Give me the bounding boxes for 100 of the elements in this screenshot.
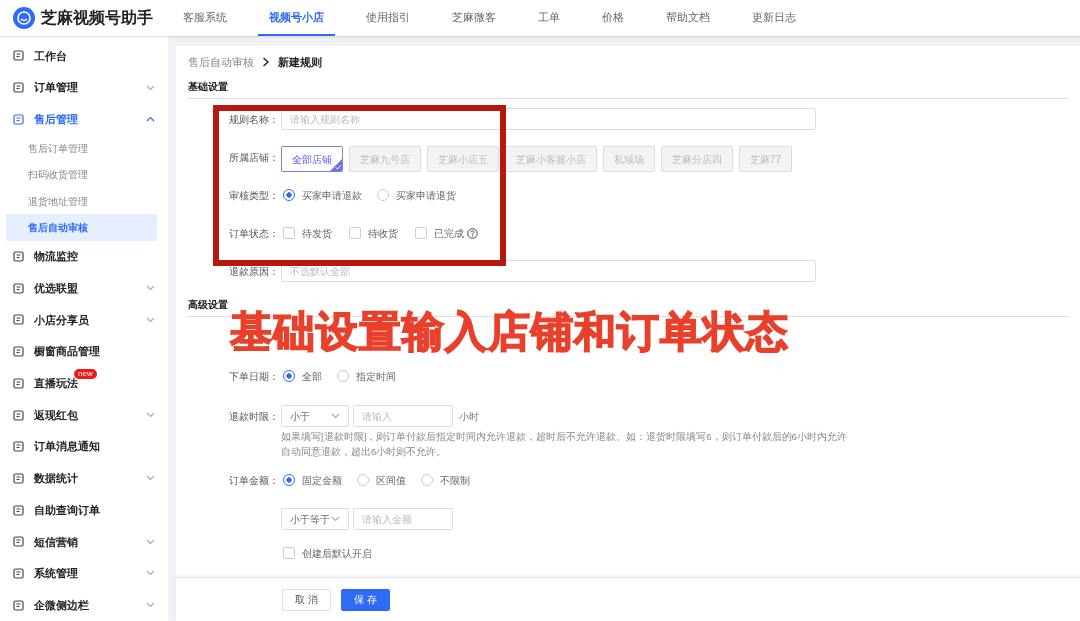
sidebar-item[interactable]: 工作台 — [6, 40, 157, 72]
option-label: 已完成 — [434, 226, 464, 241]
breadcrumb-current: 新建规则 — [278, 54, 322, 70]
radio-button[interactable] — [377, 189, 389, 201]
menu-icon — [13, 599, 24, 611]
option-label: 买家申请退款 — [302, 188, 362, 203]
menu-icon — [13, 409, 24, 421]
option-label: 全部 — [302, 369, 322, 384]
chevron-down-icon — [146, 316, 155, 323]
save-button[interactable]: 保 存 — [340, 588, 390, 611]
option-label: 指定时间 — [356, 369, 396, 384]
option-label: 买家申请退货 — [396, 188, 456, 203]
option-label: 不限制 — [440, 473, 470, 488]
sidebar-subitem[interactable]: 售后自动审核 — [6, 214, 157, 241]
sidebar-item[interactable]: 订单管理 — [6, 71, 157, 104]
sidebar-item[interactable]: 短信营销 — [6, 525, 157, 558]
logo-icon — [13, 7, 35, 29]
chevron-down-icon — [146, 84, 155, 91]
nav-tab[interactable]: 使用指引 — [355, 0, 421, 36]
field-label: 所属店铺： — [229, 150, 279, 165]
sidebar-item[interactable]: 数据统计 — [6, 462, 157, 495]
menu-icon — [13, 314, 24, 326]
annotation-text: 基础设置输入店铺和订单状态 — [230, 307, 789, 357]
sidebar-item[interactable]: 自助查询订单 — [6, 494, 157, 526]
radio-button[interactable] — [283, 189, 295, 201]
sidebar-item[interactable]: 订单消息通知 — [6, 430, 157, 463]
check-corner-icon — [330, 159, 342, 171]
radio-button[interactable] — [357, 474, 369, 486]
menu-icon — [13, 567, 24, 579]
shop-option[interactable]: 全部店铺 — [281, 146, 343, 172]
menu-icon — [13, 504, 24, 516]
sidebar-item[interactable]: 直播玩法 new — [6, 367, 157, 400]
field-label: 下单日期： — [229, 369, 279, 384]
option-label: 创建后默认开启 — [302, 546, 372, 561]
chevron-down-icon — [146, 475, 155, 482]
chevron-down-icon — [146, 285, 155, 292]
nav-tab[interactable]: 芝麻微客 — [441, 0, 507, 36]
nav-tab[interactable]: 视频号小店 — [258, 0, 335, 36]
menu-icon — [13, 441, 24, 453]
text-input[interactable]: 请输入规则名称 — [281, 108, 816, 130]
checkbox[interactable] — [415, 227, 427, 239]
cancel-button[interactable]: 取 消 — [282, 588, 331, 611]
sidebar-item[interactable]: 小店分享员 — [6, 304, 157, 336]
field-label: 退款时限： — [229, 409, 279, 424]
chevron-down-icon — [331, 516, 340, 522]
chevron-down-icon — [146, 602, 155, 609]
new-badge: new — [74, 368, 97, 379]
sidebar-item[interactable]: 售后管理 — [6, 103, 157, 136]
menu-icon — [13, 472, 24, 484]
chevron-down-icon — [331, 413, 340, 419]
select-field[interactable]: 小于等于 — [281, 508, 349, 530]
radio-button[interactable] — [337, 370, 349, 382]
option-label: 固定金额 — [302, 473, 342, 488]
field-label: 订单金额： — [229, 473, 279, 488]
number-input[interactable]: 请输入 — [353, 405, 453, 427]
sidebar-item[interactable]: 返现红包 — [6, 399, 157, 431]
menu-icon — [13, 113, 24, 125]
sidebar-item[interactable]: 系统管理 — [6, 557, 157, 590]
radio-button[interactable] — [283, 370, 295, 382]
checkbox[interactable] — [349, 227, 361, 239]
option-label: 区间值 — [376, 473, 406, 488]
nav-tab[interactable]: 更新日志 — [741, 0, 807, 36]
section-title: 基础设置 — [188, 79, 229, 94]
chevron-down-icon — [146, 570, 155, 577]
sidebar-subitem[interactable]: 售后订单管理 — [6, 135, 157, 162]
breadcrumb-link[interactable]: 售后自动审核 — [188, 53, 254, 71]
checkbox[interactable] — [283, 227, 295, 239]
app-title: 芝麻视频号助手 — [41, 8, 153, 28]
nav-tab[interactable]: 帮助文档 — [655, 0, 721, 36]
sidebar-subitem[interactable]: 退货地址管理 — [6, 187, 157, 215]
field-label: 订单状态： — [229, 226, 279, 241]
unit-label: 小时 — [459, 409, 479, 424]
chevron-down-icon — [146, 538, 155, 545]
option-label: 待收货 — [368, 226, 398, 241]
menu-icon — [13, 282, 24, 294]
nav-tab[interactable]: 价格 — [591, 0, 635, 36]
radio-button[interactable] — [421, 474, 433, 486]
chevron-down-icon — [146, 412, 155, 419]
nav-tab[interactable]: 工单 — [527, 0, 571, 36]
field-label: 审核类型： — [229, 188, 279, 203]
menu-icon — [13, 251, 24, 263]
sidebar-item[interactable]: 企微侧边栏 — [6, 589, 157, 621]
menu-icon — [13, 536, 24, 548]
radio-button[interactable] — [283, 474, 295, 486]
field-label: 退款原因： — [229, 264, 279, 279]
sidebar-item[interactable]: 优选联盟 — [6, 272, 157, 305]
chevron-right-icon — [262, 57, 270, 67]
sidebar-item[interactable]: 物流监控 — [6, 240, 157, 273]
select-field[interactable]: 小于 — [281, 405, 349, 427]
checkbox[interactable] — [283, 547, 295, 559]
menu-icon — [13, 50, 24, 62]
field-label: 规则名称： — [229, 112, 279, 127]
text-input[interactable]: 不选默认全部 — [281, 260, 816, 282]
menu-icon — [13, 346, 24, 358]
hint-text: 如果填写[退款时限]，则订单付款后指定时间内允许退款，超时后不允许退款。如：退货时限填写6，则订单付款后的6小时内允许自动同意退款，超出6小时则不允许。 — [281, 430, 848, 459]
sidebar-subitem[interactable]: 扫码收货管理 — [6, 161, 157, 188]
nav-tab[interactable]: 客服系统 — [172, 0, 238, 36]
menu-icon — [13, 377, 24, 389]
chevron-up-icon — [146, 116, 155, 123]
sidebar-item[interactable]: 橱窗商品管理 — [6, 335, 157, 368]
